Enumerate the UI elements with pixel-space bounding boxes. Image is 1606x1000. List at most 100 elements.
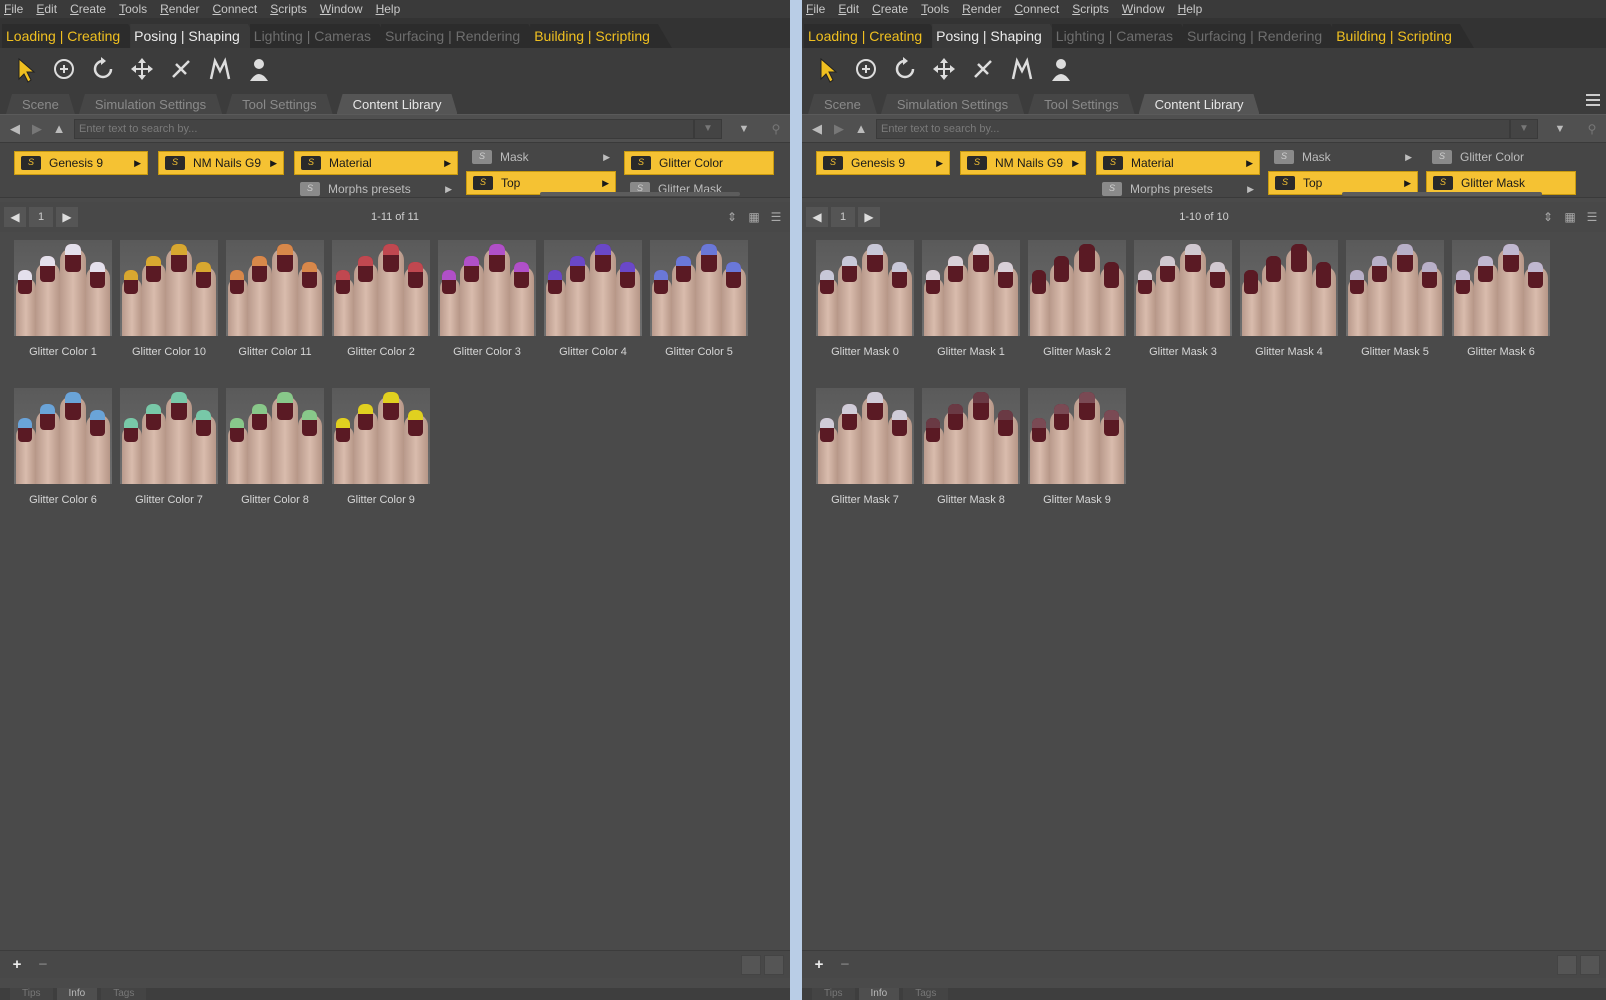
icon-size-stepper-icon[interactable]: ⇕ xyxy=(722,207,742,227)
tab-info[interactable]: Info xyxy=(56,988,98,1000)
tab-scene[interactable]: Scene xyxy=(6,94,75,114)
content-item[interactable]: Glitter Mask 1 xyxy=(918,240,1024,388)
content-item[interactable]: Glitter Mask 9 xyxy=(1024,388,1130,536)
browser-scrollbar[interactable] xyxy=(540,192,740,196)
prev-page-icon[interactable]: ◀ xyxy=(4,207,26,227)
refresh-icon[interactable] xyxy=(1557,954,1577,975)
activity-tab[interactable]: Building | Scripting xyxy=(530,24,672,48)
menu-scripts[interactable]: Scripts xyxy=(270,2,307,16)
activity-tab[interactable]: Posing | Shaping xyxy=(932,24,1064,48)
next-page-icon[interactable]: ▶ xyxy=(858,207,880,227)
menu-create[interactable]: Create xyxy=(70,2,106,16)
menu-connect[interactable]: Connect xyxy=(1014,2,1059,16)
search-options-icon[interactable]: ▼ xyxy=(1538,119,1582,139)
breadcrumb-glitter-mask[interactable]: Glitter Mask xyxy=(624,177,774,201)
tab-scene[interactable]: Scene xyxy=(808,94,877,114)
pointer-icon[interactable] xyxy=(10,54,40,84)
menu-file[interactable]: File xyxy=(806,2,825,16)
prev-page-icon[interactable]: ◀ xyxy=(806,207,828,227)
tab-tags[interactable]: Tags xyxy=(903,988,949,1000)
content-item[interactable]: Glitter Color 2 xyxy=(328,240,434,388)
menu-window[interactable]: Window xyxy=(320,2,363,16)
tab-tips[interactable]: Tips xyxy=(10,988,53,1000)
content-item[interactable]: Glitter Color 5 xyxy=(646,240,752,388)
tab-content-library[interactable]: Content Library xyxy=(337,94,458,114)
add-icon[interactable]: + xyxy=(808,955,830,975)
activity-tab[interactable]: Lighting | Cameras xyxy=(1052,24,1195,48)
content-item[interactable]: Glitter Color 11 xyxy=(222,240,328,388)
tab-simulation-settings[interactable]: Simulation Settings xyxy=(881,94,1024,114)
content-item[interactable]: Glitter Color 6 xyxy=(10,388,116,536)
remove-icon[interactable]: − xyxy=(834,955,856,975)
figure-tool-icon[interactable] xyxy=(244,54,274,84)
breadcrumb-material[interactable]: Material ▶ xyxy=(294,151,458,175)
breadcrumb-glitter-color[interactable]: Glitter Color xyxy=(624,151,774,175)
breadcrumb-glitter-color[interactable]: Glitter Color xyxy=(1426,145,1576,169)
search-input[interactable]: Enter text to search by... xyxy=(74,118,694,139)
search-options-icon[interactable]: ▼ xyxy=(722,119,766,139)
search-history-dropdown[interactable]: ▼ xyxy=(694,118,722,139)
breadcrumb-morphs[interactable]: Morphs presets ▶ xyxy=(294,177,458,201)
search-icon[interactable]: ⚲ xyxy=(766,119,786,139)
menu-window[interactable]: Window xyxy=(1122,2,1165,16)
remove-icon[interactable]: − xyxy=(32,955,54,975)
settings-icon[interactable] xyxy=(1580,954,1600,975)
search-icon[interactable]: ⚲ xyxy=(1582,119,1602,139)
breadcrumb-mask[interactable]: Mask ▶ xyxy=(466,145,616,169)
breadcrumb-morphs[interactable]: Morphs presets ▶ xyxy=(1096,177,1260,201)
menu-file[interactable]: File xyxy=(4,2,23,16)
content-item[interactable]: Glitter Mask 0 xyxy=(812,240,918,388)
content-item[interactable]: Glitter Mask 4 xyxy=(1236,240,1342,388)
universal-tool-icon[interactable] xyxy=(49,54,79,84)
menu-render[interactable]: Render xyxy=(160,2,199,16)
breadcrumb-genesis[interactable]: Genesis 9 ▶ xyxy=(816,151,950,175)
pane-menu-icon[interactable] xyxy=(1586,94,1600,106)
content-item[interactable]: Glitter Color 3 xyxy=(434,240,540,388)
tab-tool-settings[interactable]: Tool Settings xyxy=(1028,94,1134,114)
menu-edit[interactable]: Edit xyxy=(838,2,859,16)
breadcrumb-nails[interactable]: NM Nails G9 ▶ xyxy=(960,151,1086,175)
translate-icon[interactable] xyxy=(127,54,157,84)
next-page-icon[interactable]: ▶ xyxy=(56,207,78,227)
content-item[interactable]: Glitter Color 10 xyxy=(116,240,222,388)
list-view-icon[interactable]: ☰ xyxy=(1582,207,1602,227)
search-input[interactable]: Enter text to search by... xyxy=(876,118,1510,139)
forward-arrow-icon[interactable]: ▶ xyxy=(828,119,850,139)
up-arrow-icon[interactable]: ▲ xyxy=(850,119,872,139)
refresh-icon[interactable] xyxy=(741,954,761,975)
menu-help[interactable]: Help xyxy=(376,2,401,16)
menu-edit[interactable]: Edit xyxy=(36,2,57,16)
figure-tool-icon[interactable] xyxy=(1046,54,1076,84)
activity-tab[interactable]: Posing | Shaping xyxy=(130,24,262,48)
breadcrumb-material[interactable]: Material ▶ xyxy=(1096,151,1260,175)
menu-tools[interactable]: Tools xyxy=(119,2,147,16)
joint-editor-icon[interactable] xyxy=(166,54,196,84)
universal-tool-icon[interactable] xyxy=(851,54,881,84)
tab-tags[interactable]: Tags xyxy=(101,988,147,1000)
grid-view-icon[interactable]: ▦ xyxy=(744,207,764,227)
tab-content-library[interactable]: Content Library xyxy=(1139,94,1260,114)
morph-icon[interactable] xyxy=(205,54,235,84)
tab-tips[interactable]: Tips xyxy=(812,988,855,1000)
content-item[interactable]: Glitter Color 4 xyxy=(540,240,646,388)
page-number[interactable]: 1 xyxy=(29,207,53,227)
menu-create[interactable]: Create xyxy=(872,2,908,16)
pointer-icon[interactable] xyxy=(812,54,842,84)
activity-tab[interactable]: Loading | Creating xyxy=(804,24,944,48)
breadcrumb-genesis[interactable]: Genesis 9 ▶ xyxy=(14,151,148,175)
search-history-dropdown[interactable]: ▼ xyxy=(1510,118,1538,139)
add-icon[interactable]: + xyxy=(6,955,28,975)
grid-view-icon[interactable]: ▦ xyxy=(1560,207,1580,227)
rotate-icon[interactable] xyxy=(890,54,920,84)
menu-render[interactable]: Render xyxy=(962,2,1001,16)
settings-icon[interactable] xyxy=(764,954,784,975)
activity-tab[interactable]: Building | Scripting xyxy=(1332,24,1474,48)
tab-tool-settings[interactable]: Tool Settings xyxy=(226,94,332,114)
morph-icon[interactable] xyxy=(1007,54,1037,84)
activity-tab[interactable]: Loading | Creating xyxy=(2,24,142,48)
breadcrumb-nails[interactable]: NM Nails G9 ▶ xyxy=(158,151,284,175)
back-arrow-icon[interactable]: ◀ xyxy=(806,119,828,139)
content-item[interactable]: Glitter Color 7 xyxy=(116,388,222,536)
content-item[interactable]: Glitter Color 9 xyxy=(328,388,434,536)
content-item[interactable]: Glitter Mask 6 xyxy=(1448,240,1554,388)
